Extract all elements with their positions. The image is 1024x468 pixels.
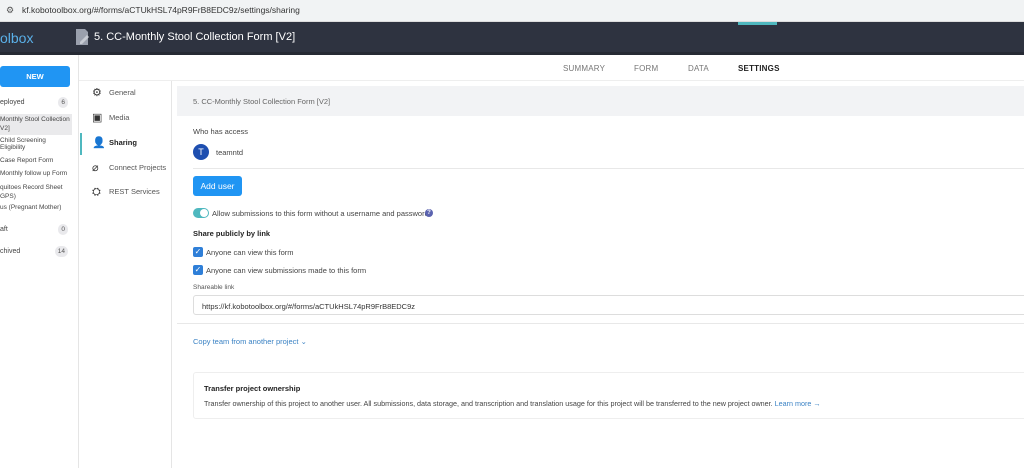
settings-nav-general[interactable]: ⚙ General bbox=[80, 85, 172, 103]
nav-label: Connect Projects bbox=[109, 163, 167, 172]
add-user-button[interactable]: Add user bbox=[193, 176, 242, 196]
sidebar-project-item[interactable]: Child Screening Eligibility bbox=[0, 137, 72, 151]
app-header: olbox 5. CC-Monthly Stool Collection For… bbox=[0, 22, 1024, 55]
sidebar: NEW eployed 6 Monthly Stool Collection V2]… bbox=[0, 55, 79, 468]
nav-label: General bbox=[109, 88, 136, 97]
nav-label: REST Services bbox=[109, 187, 160, 196]
copy-team-link[interactable]: Copy team from another project ⌄ bbox=[193, 337, 307, 346]
rest-services-icon: ⛭ bbox=[92, 186, 101, 198]
shareable-link-label: Shareable link bbox=[193, 284, 235, 291]
settings-nav-media[interactable]: ▣ Media bbox=[80, 110, 172, 128]
sidebar-archived[interactable]: chived 14 bbox=[0, 246, 72, 257]
active-tab-indicator bbox=[738, 22, 777, 25]
tab-form[interactable]: FORM bbox=[634, 64, 658, 73]
project-title: 5. CC-Monthly Stool Collection Form [V2] bbox=[94, 31, 296, 43]
sidebar-project-item[interactable]: Monthly Stool Collection V2] bbox=[0, 114, 72, 135]
sidebar-project-item[interactable]: quitoes Record Sheet GPS) bbox=[0, 183, 72, 201]
settings-nav: ⚙ General ▣ Media 👤 Sharing ⌀ Connect Projec… bbox=[80, 81, 172, 468]
divider bbox=[193, 168, 1024, 169]
avatar: T bbox=[193, 144, 209, 160]
sidebar-project-item[interactable]: Case Report Form bbox=[0, 157, 72, 164]
shareable-link-input[interactable]: https://kf.kobotoolbox.org/#/forms/aCTUk… bbox=[193, 295, 1024, 315]
sidebar-draft[interactable]: aft 0 bbox=[0, 224, 72, 235]
settings-nav-connect-projects[interactable]: ⌀ Connect Projects bbox=[80, 160, 172, 178]
archived-count: 14 bbox=[54, 246, 68, 257]
share-publicly-heading: Share publicly by link bbox=[193, 229, 271, 238]
nav-label: Sharing bbox=[109, 138, 137, 147]
help-icon[interactable]: ? bbox=[425, 209, 433, 217]
allow-anon-toggle[interactable] bbox=[193, 208, 209, 218]
settings-nav-rest-services[interactable]: ⛭ REST Services bbox=[80, 184, 172, 202]
tab-data[interactable]: DATA bbox=[688, 64, 709, 73]
new-button[interactable]: NEW bbox=[0, 66, 70, 87]
transfer-ownership-box: Transfer project ownership Transfer owne… bbox=[193, 372, 1024, 419]
image-icon: ▣ bbox=[92, 112, 103, 124]
browser-address-bar[interactable]: ⚙ kf.kobotoolbox.org/#/forms/aCTUkHSL74p… bbox=[0, 0, 1024, 22]
form-title: 5. CC-Monthly Stool Collection Form [V2] bbox=[193, 97, 331, 106]
checkbox-view-form[interactable]: ✓ bbox=[193, 247, 203, 257]
checkbox-view-submissions-label: Anyone can view submissions made to this… bbox=[206, 266, 367, 275]
sidebar-project-item[interactable]: Monthly follow up Form bbox=[0, 170, 72, 177]
transfer-text: Transfer ownership of this project to an… bbox=[204, 399, 773, 408]
deployed-label: eployed bbox=[0, 99, 25, 106]
site-settings-icon[interactable]: ⚙ bbox=[6, 5, 16, 15]
project-name-cont: V2] bbox=[0, 125, 10, 132]
deployed-count: 6 bbox=[58, 97, 68, 108]
checkbox-view-form-label: Anyone can view this form bbox=[206, 248, 294, 257]
settings-nav-sharing[interactable]: 👤 Sharing bbox=[80, 133, 172, 155]
sidebar-deployed[interactable]: eployed 6 bbox=[0, 97, 72, 108]
user-name: teamntd bbox=[216, 148, 244, 157]
url-text[interactable]: kf.kobotoolbox.org/#/forms/aCTUkHSL74pR9… bbox=[22, 5, 300, 15]
allow-anon-label: Allow submissions to this form without a… bbox=[212, 209, 429, 218]
project-name-cont: GPS) bbox=[0, 193, 16, 200]
gear-icon: ⚙ bbox=[92, 87, 102, 99]
logo[interactable]: olbox bbox=[0, 30, 33, 46]
form-title-bar: 5. CC-Monthly Stool Collection Form [V2] bbox=[177, 86, 1024, 116]
paperclip-icon: ⌀ bbox=[92, 162, 99, 174]
who-has-access-label: Who has access bbox=[193, 127, 249, 136]
transfer-description: Transfer ownership of this project to an… bbox=[204, 399, 821, 408]
sidebar-project-item[interactable]: us (Pregnant Mother) bbox=[0, 204, 72, 211]
checkbox-view-submissions[interactable]: ✓ bbox=[193, 265, 203, 275]
project-name: Monthly Stool Collection bbox=[0, 116, 70, 123]
nav-label: Media bbox=[109, 113, 130, 122]
project-tabs: SUMMARY FORM DATA SETTINGS bbox=[79, 55, 1024, 81]
form-icon bbox=[76, 29, 89, 45]
tab-summary[interactable]: SUMMARY bbox=[563, 64, 605, 73]
copy-team-label: Copy team from another project bbox=[193, 337, 299, 346]
archived-label: chived bbox=[0, 248, 21, 255]
chevron-down-icon: ⌄ bbox=[300, 337, 307, 346]
add-user-icon: 👤 bbox=[92, 137, 106, 149]
draft-count: 0 bbox=[58, 224, 68, 235]
draft-label: aft bbox=[0, 226, 8, 233]
transfer-title: Transfer project ownership bbox=[204, 384, 301, 393]
learn-more-link[interactable]: Learn more → bbox=[775, 399, 821, 408]
tab-settings[interactable]: SETTINGS bbox=[738, 64, 780, 73]
project-name: quitoes Record Sheet bbox=[0, 184, 63, 191]
divider bbox=[177, 323, 1024, 324]
